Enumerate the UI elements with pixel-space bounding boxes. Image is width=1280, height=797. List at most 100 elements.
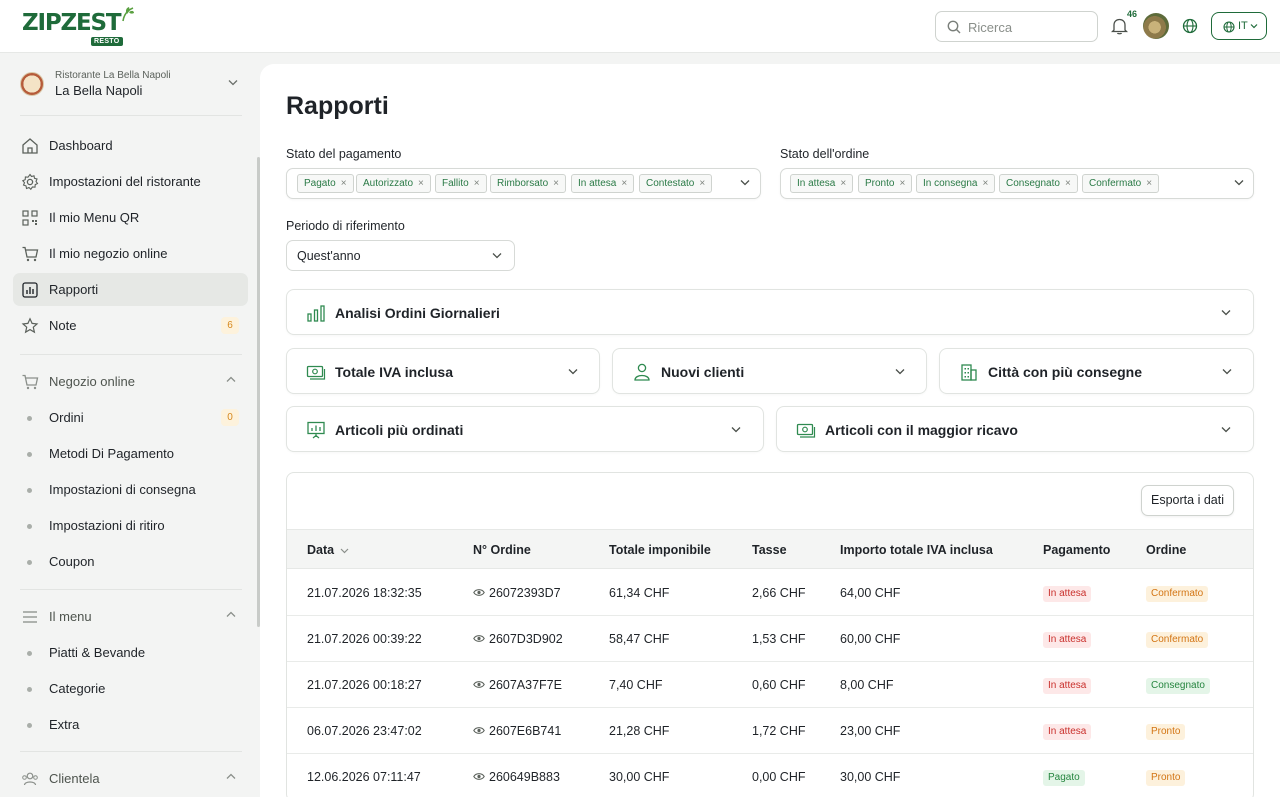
table-row[interactable]: 21.07.2026 00:18:27 2607A37F7E 7,40 CHF … — [287, 662, 1253, 708]
cell-tax: 2,66 CHF — [752, 586, 806, 600]
sidebar-item-dashboard[interactable]: Dashboard — [13, 129, 248, 162]
chevron-down-icon — [740, 180, 750, 186]
star-icon — [21, 317, 39, 334]
sidebar-item-label: Impostazioni del ristorante — [49, 174, 201, 189]
daily-orders-card[interactable]: Analisi Ordini Giornalieri — [286, 289, 1254, 335]
menu-list-icon — [23, 611, 37, 623]
top-cities-card[interactable]: Città con più consegne — [939, 348, 1254, 394]
sidebar-item-label: Il mio negozio online — [49, 246, 168, 261]
new-clients-card[interactable]: Nuovi clienti — [612, 348, 927, 394]
filter-chip[interactable]: Fallito × — [435, 174, 487, 193]
sidebar-group-clients[interactable]: Clientela — [13, 762, 248, 795]
bullet — [27, 651, 32, 656]
banknote-icon — [796, 423, 816, 438]
filter-chip[interactable]: Confermato × — [1082, 174, 1160, 193]
globe-icon[interactable] — [1182, 18, 1198, 34]
cell-order-id[interactable]: 2607A37F7E — [473, 678, 562, 692]
zipzest-logo[interactable]: ZIPZEST RESTO — [22, 6, 134, 48]
notification-count: 46 — [1127, 9, 1138, 19]
sidebar-item-online-shop[interactable]: Il mio negozio online — [13, 237, 248, 270]
sidebar-group-online-shop[interactable]: Negozio online — [13, 365, 248, 398]
bell-icon[interactable] — [1111, 17, 1128, 35]
chevron-down-icon — [568, 369, 578, 375]
sidebar-item-label: Impostazioni di consegna — [49, 482, 196, 497]
table-row[interactable]: 06.07.2026 23:47:02 2607E6B741 21,28 CHF… — [287, 708, 1253, 754]
cell-order-id[interactable]: 26072393D7 — [473, 586, 561, 600]
chevron-down-icon — [1234, 180, 1244, 186]
sidebar-item-restaurant-settings[interactable]: Impostazioni del ristorante — [13, 165, 248, 198]
sidebar-item-orders[interactable]: Ordini 0 — [13, 401, 248, 434]
cell-total: 64,00 CHF — [840, 586, 901, 600]
cell-tax: 0,60 CHF — [752, 678, 806, 692]
chevron-down-icon — [1221, 310, 1231, 316]
sidebar-item-notes[interactable]: Note 6 — [13, 309, 248, 342]
remove-icon: × — [418, 178, 424, 189]
sidebar-item-label: Rapporti — [49, 282, 99, 297]
remove-icon: × — [1064, 178, 1071, 189]
cart-icon — [22, 374, 39, 390]
cell-order-id[interactable]: 2607E6B741 — [473, 724, 561, 738]
filter-chip[interactable]: In attesa × — [571, 174, 635, 193]
column-header-payment: Pagamento — [1043, 543, 1111, 557]
column-header-order: Ordine — [1146, 543, 1187, 557]
payment-status-filter[interactable]: Pagato × Autorizzato × Fallito × Rimborsato… — [286, 168, 761, 199]
sidebar-item-label: Piatti & Bevande — [49, 645, 146, 660]
divider — [20, 354, 242, 355]
sidebar-item-label: Impostazioni di ritiro — [49, 518, 165, 533]
sidebar-item-extras[interactable]: Extra — [13, 708, 248, 741]
filter-chip[interactable]: Autorizzato × — [356, 174, 431, 193]
bar-chart-icon — [307, 305, 325, 322]
table-header: Data N° Ordine Totale imponibile Tasse I… — [287, 529, 1253, 569]
order-status-filter[interactable]: In attesa × Pronto × In consegna × Consegna… — [780, 168, 1254, 199]
filter-chip[interactable]: In attesa × — [790, 174, 854, 193]
sort-desc-icon[interactable] — [340, 548, 349, 554]
payment-status-badge: In attesa — [1043, 586, 1092, 602]
sidebar-item-categories[interactable]: Categorie — [13, 672, 248, 705]
cell-date: 21.07.2026 18:32:35 — [307, 586, 422, 600]
cell-order-id[interactable]: 260649B883 — [473, 770, 560, 784]
filter-chip[interactable]: Consegnato × — [999, 174, 1078, 193]
table-row[interactable]: 12.06.2026 07:11:47 260649B883 30,00 CHF… — [287, 754, 1253, 797]
cell-order-id[interactable]: 2607D3D902 — [473, 632, 563, 646]
user-avatar[interactable] — [1143, 13, 1169, 39]
filter-chip[interactable]: Pronto × — [858, 174, 913, 193]
sidebar-item-pickup-settings[interactable]: Impostazioni di ritiro — [13, 509, 248, 542]
language-selector[interactable]: IT — [1211, 12, 1267, 40]
filter-chip[interactable]: Pagato × — [297, 174, 354, 193]
eye-icon — [473, 589, 485, 596]
language-label: IT — [1238, 20, 1248, 32]
filter-chip[interactable]: In consegna × — [916, 174, 996, 193]
export-button[interactable]: Esporta i dati — [1141, 485, 1234, 516]
sidebar-item-reports[interactable]: Rapporti — [13, 273, 248, 306]
sidebar-item-payment-methods[interactable]: Metodi Di Pagamento — [13, 437, 248, 470]
period-select[interactable]: Quest'anno — [286, 240, 515, 271]
top-revenue-card[interactable]: Articoli con il maggior ricavo — [776, 406, 1254, 452]
sidebar-group-menu[interactable]: Il menu — [13, 600, 248, 633]
sidebar-item-menu-qr[interactable]: Il mio Menu QR — [13, 201, 248, 234]
table-row[interactable]: 21.07.2026 18:32:35 26072393D7 61,34 CHF… — [287, 570, 1253, 616]
restaurant-switcher[interactable]: Ristorante La Bella Napoli La Bella Napo… — [20, 69, 245, 105]
cell-total: 8,00 CHF — [840, 678, 894, 692]
sidebar-item-delivery-settings[interactable]: Impostazioni di consegna — [13, 473, 248, 506]
column-header-date[interactable]: Data — [307, 543, 334, 557]
users-icon — [22, 772, 38, 786]
search-icon — [947, 20, 961, 34]
cell-total: 30,00 CHF — [840, 770, 901, 784]
total-vat-card[interactable]: Totale IVA inclusa — [286, 348, 600, 394]
search-box[interactable] — [935, 11, 1098, 42]
sidebar-item-dishes[interactable]: Piatti & Bevande — [13, 636, 248, 669]
cell-date: 21.07.2026 00:18:27 — [307, 678, 422, 692]
table-row[interactable]: 21.07.2026 00:39:22 2607D3D902 58,47 CHF… — [287, 616, 1253, 662]
order-status-label: Stato dell'ordine — [780, 147, 870, 161]
sidebar-item-label: Ordini — [49, 410, 84, 425]
search-input[interactable] — [968, 18, 1088, 36]
top-items-card[interactable]: Articoli più ordinati — [286, 406, 764, 452]
sidebar-item-coupon[interactable]: Coupon — [13, 545, 248, 578]
filter-chip[interactable]: Contestato × — [639, 174, 713, 193]
divider — [20, 115, 242, 116]
logo-text: ZIPZEST — [22, 10, 122, 36]
filter-chip[interactable]: Rimborsato × — [490, 174, 566, 193]
divider — [20, 751, 242, 752]
cell-tax: 1,72 CHF — [752, 724, 806, 738]
home-icon — [22, 138, 38, 154]
